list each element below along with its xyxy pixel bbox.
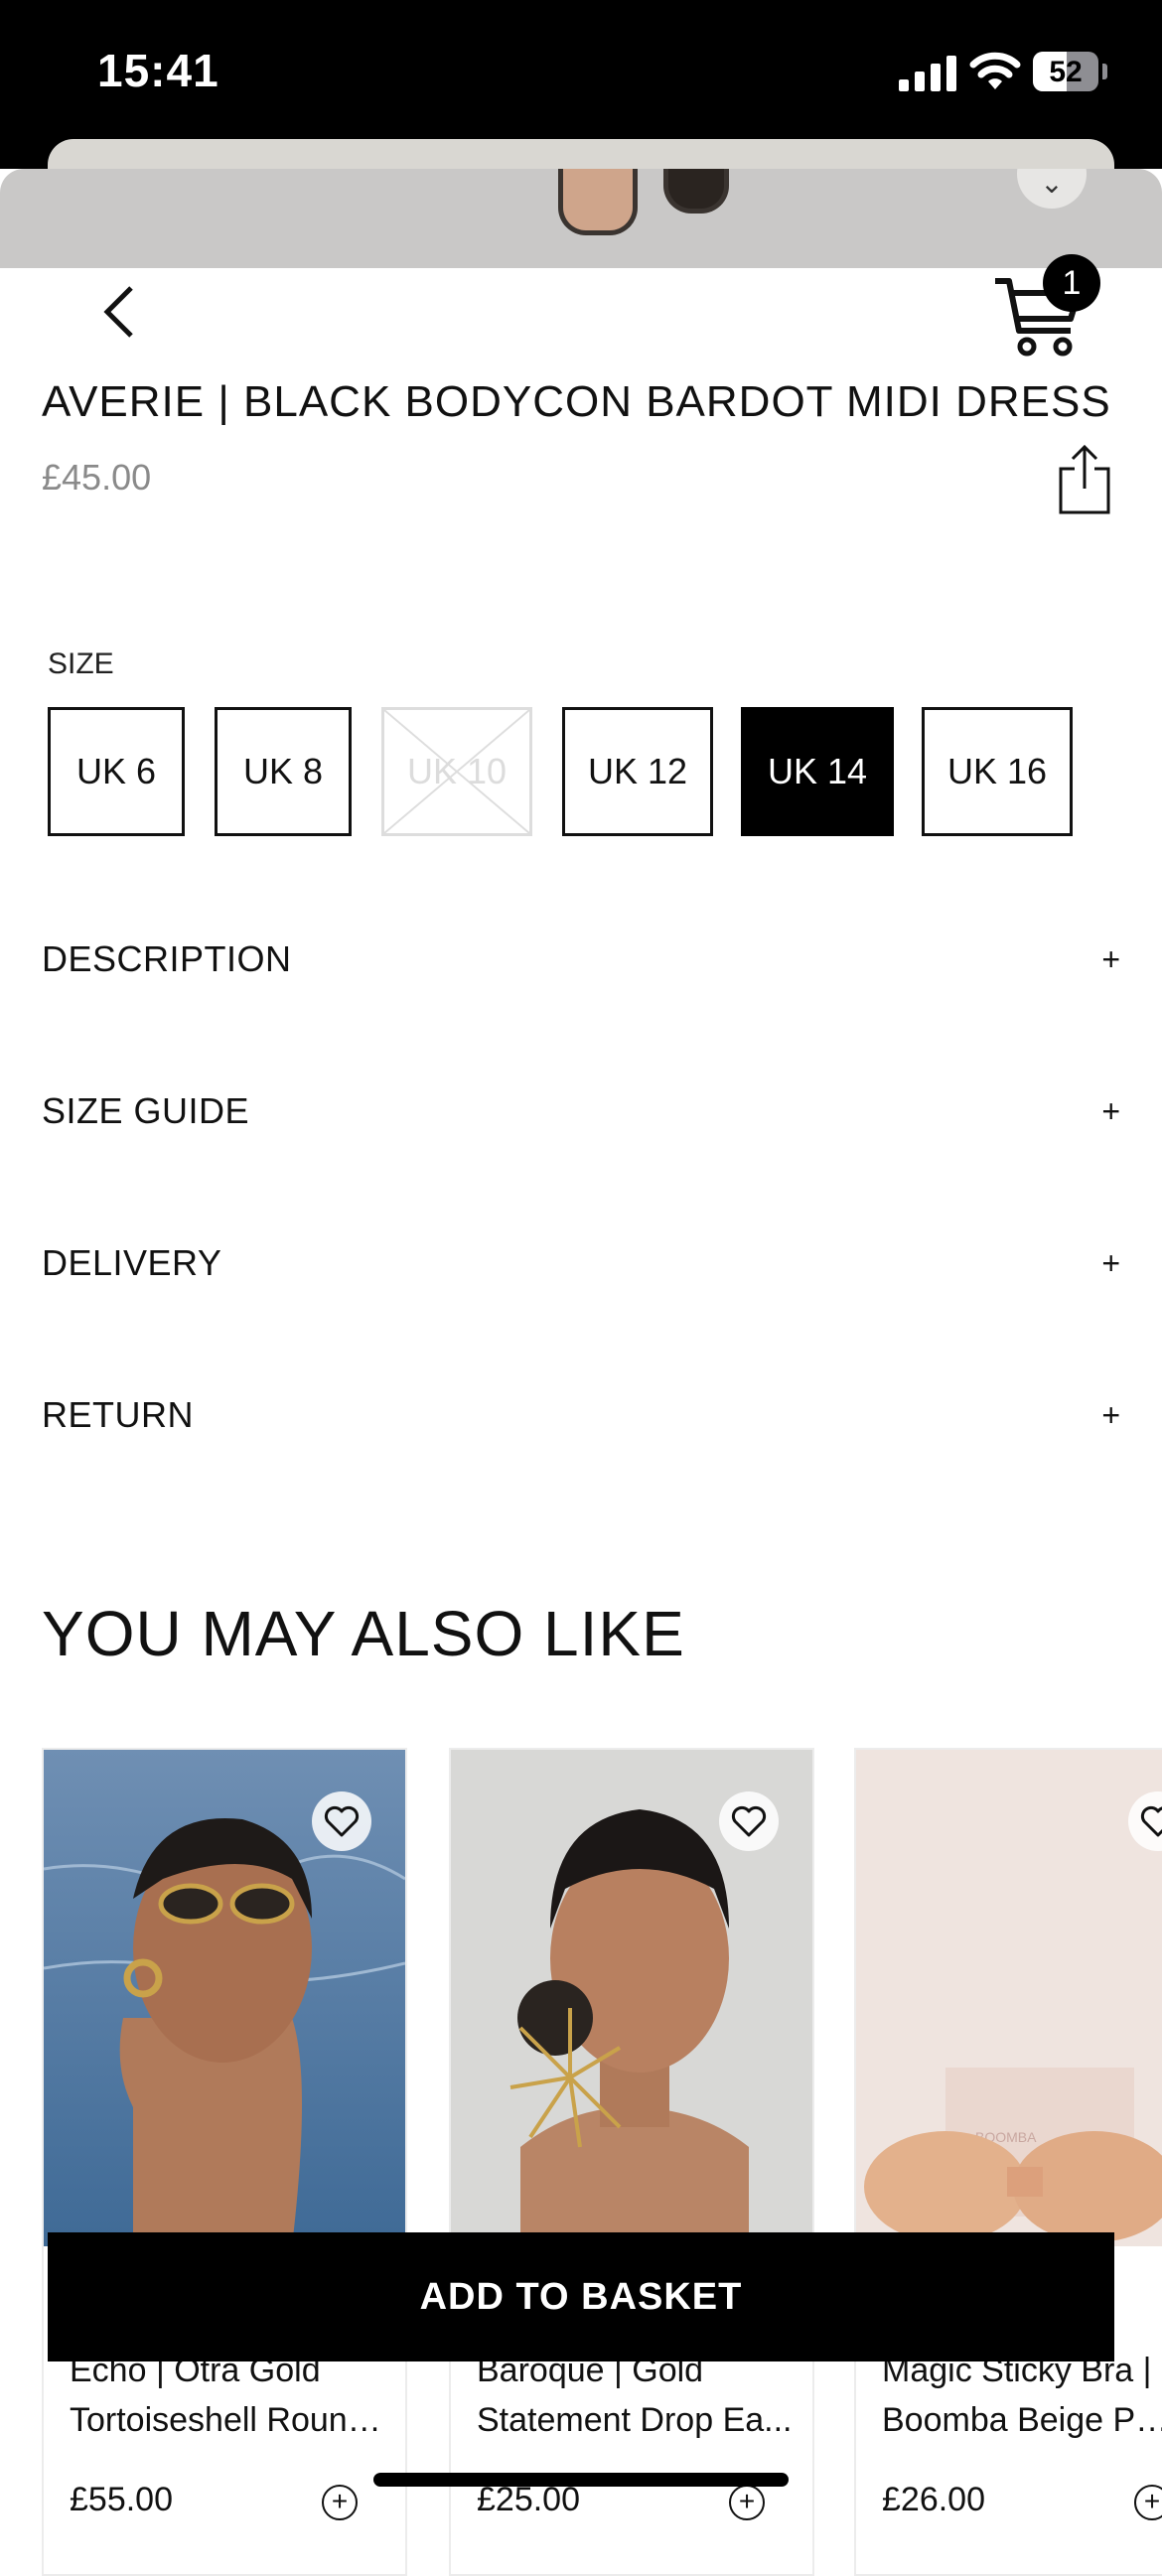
cart-count-badge: 1 bbox=[1043, 254, 1100, 312]
chevron-down-icon[interactable]: ⌄ bbox=[1017, 169, 1087, 209]
size-option-label: UK 14 bbox=[767, 751, 868, 791]
accordion-label: SIZE GUIDE bbox=[42, 1090, 250, 1131]
size-option-label: UK 16 bbox=[946, 751, 1048, 791]
product-photo: BOOMBA bbox=[856, 1750, 1162, 2246]
cellular-signal-icon bbox=[899, 56, 956, 91]
accordion-label: DELIVERY bbox=[42, 1242, 222, 1283]
product-thumbnail: BOOMBA bbox=[856, 1750, 1162, 2246]
add-to-basket-button[interactable]: ADD TO BASKET bbox=[48, 2232, 1114, 2361]
plus-circle-icon[interactable]: + bbox=[729, 2485, 765, 2520]
accordion-label: RETURN bbox=[42, 1394, 194, 1435]
battery-tip bbox=[1102, 64, 1107, 79]
product-image[interactable]: ⌄ bbox=[0, 169, 1162, 268]
wishlist-heart-icon[interactable] bbox=[719, 1791, 779, 1851]
product-price: £26.00 bbox=[882, 2481, 985, 2518]
size-option-uk6[interactable]: UK 6 bbox=[48, 707, 185, 836]
status-time: 15:41 bbox=[97, 45, 219, 96]
battery-icon: 52 bbox=[1033, 52, 1098, 91]
product-price: £45.00 bbox=[42, 457, 152, 498]
size-option-label: UK 6 bbox=[75, 751, 157, 791]
battery-level: 52 bbox=[1049, 56, 1083, 88]
plus-icon: + bbox=[1101, 940, 1120, 977]
accordion-delivery[interactable]: DELIVERY + bbox=[42, 1233, 1120, 1293]
size-option-label: UK 12 bbox=[587, 751, 688, 791]
size-option-uk14[interactable]: UK 14 bbox=[741, 707, 894, 836]
product-price: £55.00 bbox=[70, 2481, 173, 2518]
product-name-line: Statement Drop Ea... bbox=[477, 2401, 793, 2439]
plus-circle-icon[interactable]: + bbox=[1134, 2485, 1162, 2520]
product-title: AVERIE | BLACK BODYCON BARDOT MIDI DRESS bbox=[42, 377, 1111, 426]
accordion-size-guide[interactable]: SIZE GUIDE + bbox=[42, 1081, 1120, 1141]
accordion-description[interactable]: DESCRIPTION + bbox=[42, 930, 1120, 989]
recommendations-title: YOU MAY ALSO LIKE bbox=[42, 1598, 685, 1669]
wishlist-heart-icon[interactable] bbox=[312, 1791, 371, 1851]
size-option-label: UK 8 bbox=[242, 751, 324, 791]
size-option-uk16[interactable]: UK 16 bbox=[922, 707, 1073, 836]
product-name-line: Tortoiseshell Round... bbox=[70, 2401, 387, 2439]
shoe-image bbox=[558, 169, 638, 235]
accordion-label: DESCRIPTION bbox=[42, 938, 292, 979]
size-option-uk12[interactable]: UK 12 bbox=[562, 707, 713, 836]
plus-icon: + bbox=[1101, 1396, 1120, 1433]
recommendation-card[interactable]: BOOMBA Magic Sticky Bra | Boomba Beige P… bbox=[854, 1748, 1162, 2576]
share-icon[interactable] bbox=[1055, 443, 1114, 516]
recommendation-card[interactable]: Echo | Otra Gold Tortoiseshell Round... … bbox=[42, 1748, 407, 2576]
home-indicator[interactable] bbox=[373, 2473, 789, 2487]
size-option-uk10: UK 10 bbox=[381, 707, 532, 836]
plus-circle-icon[interactable]: + bbox=[322, 2485, 358, 2520]
size-option-uk8[interactable]: UK 8 bbox=[215, 707, 352, 836]
accordion-return[interactable]: RETURN + bbox=[42, 1385, 1120, 1445]
shoe-image bbox=[663, 169, 729, 214]
recommendation-card[interactable]: Baroque | Gold Statement Drop Ea... £25.… bbox=[449, 1748, 814, 2576]
size-label: SIZE bbox=[48, 647, 114, 680]
size-option-label: UK 10 bbox=[406, 751, 508, 791]
plus-icon: + bbox=[1101, 1092, 1120, 1129]
wifi-icon bbox=[969, 52, 1021, 89]
product-name-line: Boomba Beige Pad... bbox=[882, 2401, 1162, 2439]
plus-icon: + bbox=[1101, 1244, 1120, 1281]
back-arrow-icon[interactable] bbox=[95, 282, 151, 342]
